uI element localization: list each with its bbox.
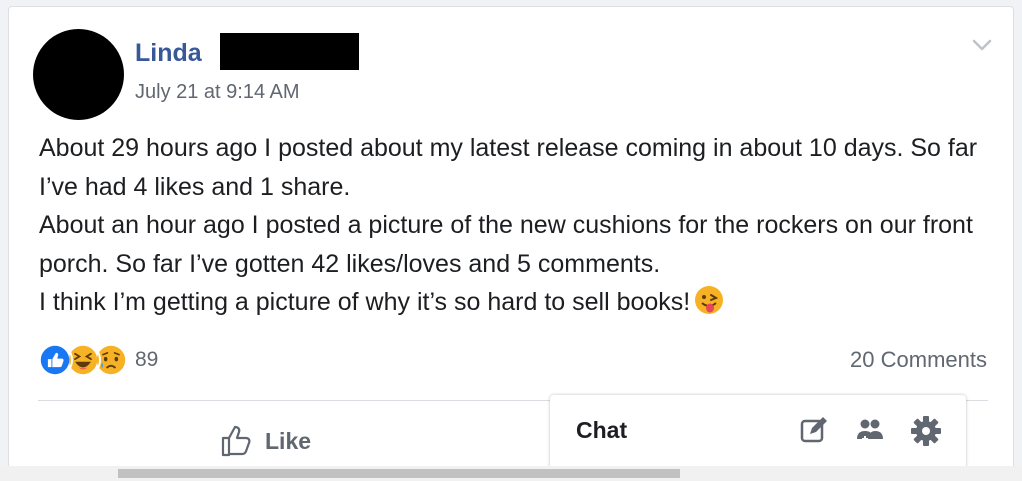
- like-button[interactable]: Like: [219, 423, 311, 459]
- chat-title: Chat: [576, 417, 628, 443]
- comments-count-link[interactable]: 20 Comments: [850, 347, 987, 373]
- create-group-icon[interactable]: [854, 415, 886, 447]
- post-paragraph: I think I’m getting a picture of why it’…: [39, 283, 989, 322]
- author-name[interactable]: Linda: [135, 39, 202, 68]
- post-timestamp[interactable]: July 21 at 9:14 AM: [135, 81, 300, 104]
- reaction-count: 89: [135, 348, 159, 371]
- avatar[interactable]: [33, 29, 124, 120]
- scrollbar-thumb[interactable]: [118, 469, 680, 478]
- settings-gear-icon[interactable]: [910, 415, 942, 447]
- post-paragraph: About an hour ago I posted a picture of …: [39, 211, 973, 278]
- chevron-down-icon[interactable]: [971, 37, 993, 53]
- like-button-label: Like: [265, 427, 312, 454]
- post-paragraph: About 29 hours ago I posted about my lat…: [39, 134, 978, 201]
- redacted-surname: [220, 33, 359, 70]
- like-reaction-icon: [37, 342, 73, 378]
- horizontal-scrollbar[interactable]: [0, 466, 1022, 481]
- reactions-summary[interactable]: 89: [37, 341, 158, 379]
- compose-icon[interactable]: [798, 415, 830, 447]
- tongue-out-emoji-icon: [695, 286, 724, 314]
- page: Linda July 21 at 9:14 AM About 29 hours …: [0, 0, 1022, 481]
- post-body: About 29 hours ago I posted about my lat…: [39, 129, 989, 322]
- post-paragraph-text: I think I’m getting a picture of why it’…: [39, 288, 691, 316]
- thumbs-up-icon: [221, 425, 251, 457]
